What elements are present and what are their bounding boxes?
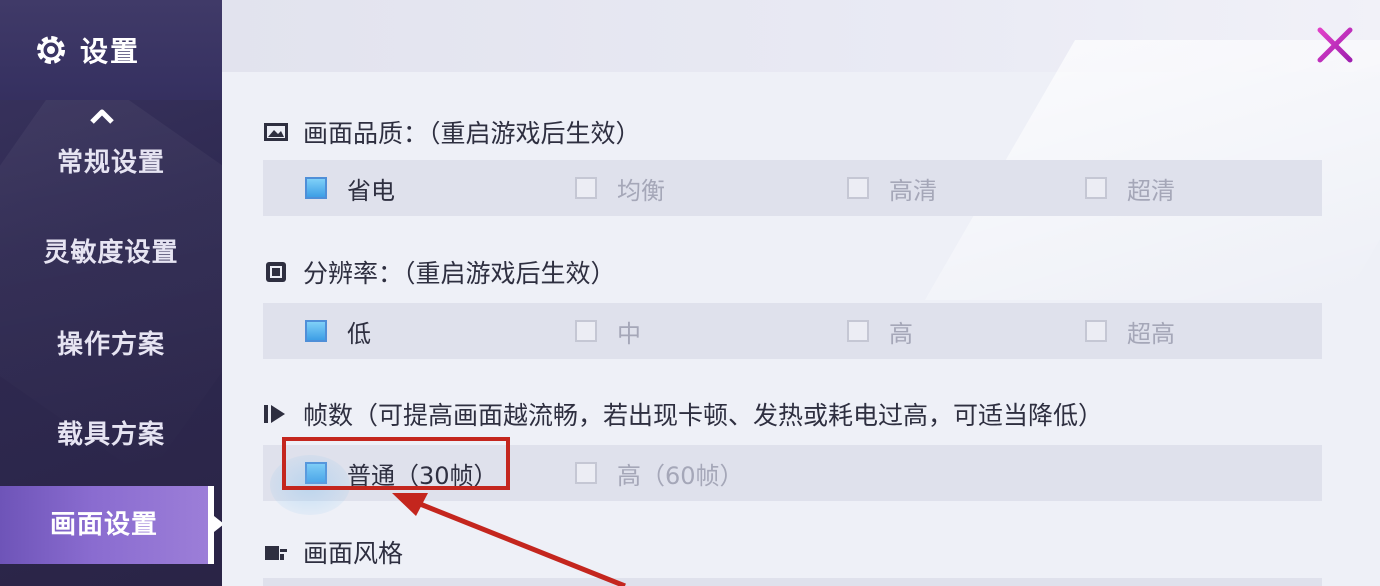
scroll-up-chevron-icon[interactable] — [88, 104, 116, 128]
quality-option-balanced[interactable]: 均衡 — [575, 160, 665, 216]
image-icon — [264, 123, 288, 141]
resolution-option-low[interactable]: 低 — [305, 303, 371, 359]
quality-option-hd[interactable]: 高清 — [847, 160, 937, 216]
quality-section-label: 画面品质：（重启游戏后生效） — [263, 114, 641, 150]
gear-icon — [37, 36, 65, 64]
resolution-option-high[interactable]: 高 — [847, 303, 913, 359]
active-pointer-icon — [214, 516, 222, 532]
close-icon[interactable] — [1314, 24, 1356, 66]
checkbox-unchecked[interactable] — [575, 177, 597, 199]
quality-option-ultra-hd[interactable]: 超清 — [1085, 160, 1175, 216]
graphics-settings-panel: 画面品质：（重启游戏后生效） 省电 均衡 高清 超清 分辨率：（重启游戏后生效） — [222, 0, 1380, 586]
resolution-options: 低 中 高 超高 — [263, 303, 1322, 359]
sidebar-item-controls[interactable]: 操作方案 — [0, 310, 222, 380]
sidebar-item-general[interactable]: 常规设置 — [0, 128, 222, 198]
checkbox-unchecked[interactable] — [1085, 177, 1107, 199]
checkbox-unchecked[interactable] — [1085, 320, 1107, 342]
checkbox-unchecked[interactable] — [575, 320, 597, 342]
settings-sidebar: 设置 常规设置 灵敏度设置 操作方案 载具方案 画面设置 — [0, 0, 222, 586]
resolution-icon — [266, 262, 286, 282]
resolution-option-medium[interactable]: 中 — [575, 303, 641, 359]
play-icon — [264, 405, 285, 423]
framerate-section-label: 帧数（可提高画面越流畅，若出现卡顿、发热或耗电过高，可适当降低） — [263, 396, 1103, 432]
quality-options: 省电 均衡 高清 超清 — [263, 160, 1322, 216]
sidebar-title: 设置 — [80, 35, 141, 68]
camera-icon — [265, 546, 287, 560]
sidebar-item-graphics[interactable]: 画面设置 — [0, 486, 208, 564]
quality-option-power-saving[interactable]: 省电 — [305, 160, 395, 216]
annotation-highlight-box — [282, 437, 510, 490]
settings-title: 设置 — [34, 30, 140, 70]
resolution-option-ultra-high[interactable]: 超高 — [1085, 303, 1175, 359]
quality-label-text: 画面品质：（重启游戏后生效） — [303, 119, 641, 148]
framerate-option-high-60fps[interactable]: 高（60帧） — [575, 445, 744, 501]
checkbox-unchecked[interactable] — [847, 320, 869, 342]
checkbox-checked[interactable] — [305, 177, 327, 199]
sidebar-item-sensitivity[interactable]: 灵敏度设置 — [0, 218, 222, 288]
sidebar-item-vehicle[interactable]: 载具方案 — [0, 400, 222, 470]
framerate-label-text: 帧数（可提高画面越流畅，若出现卡顿、发热或耗电过高，可适当降低） — [303, 401, 1104, 430]
checkbox-unchecked[interactable] — [575, 462, 597, 484]
resolution-label-text: 分辨率：（重启游戏后生效） — [303, 259, 616, 288]
checkbox-unchecked[interactable] — [847, 177, 869, 199]
style-section-label: 画面风格 — [263, 534, 403, 570]
style-options-row — [263, 578, 1322, 586]
resolution-section-label: 分辨率：（重启游戏后生效） — [263, 254, 616, 290]
style-label-text: 画面风格 — [303, 539, 404, 568]
checkbox-checked[interactable] — [305, 320, 327, 342]
